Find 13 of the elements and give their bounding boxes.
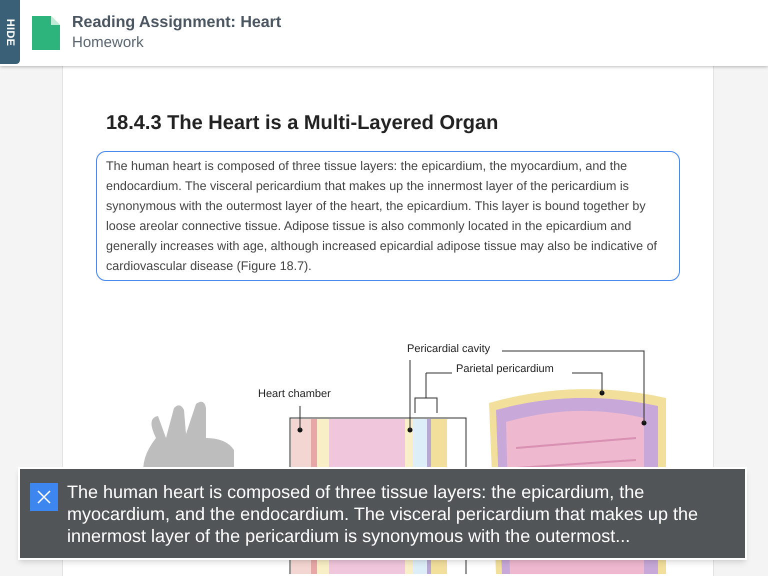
figure-label: Heart chamber: [258, 389, 331, 400]
close-button[interactable]: [30, 483, 58, 511]
close-icon: [37, 490, 51, 504]
figure-label: Pericardial cavity: [407, 344, 490, 355]
assignment-subtitle: Homework: [72, 33, 145, 53]
hide-tab[interactable]: HIDE: [0, 0, 20, 64]
leader-line: [414, 372, 452, 414]
figure-label: Parietal pericardium: [456, 364, 554, 375]
section-heading: 18.4.3 The Heart is a Multi-Layered Organ: [106, 111, 500, 135]
section-paragraph: The human heart is composed of three tissue layers: the epicardium, the myocardium, and the endocardium. The visceral pericardium that makes up the innermost layer of the pericardium is synonymous with the outermost layer of the heart, the epicardium. This layer is bound together by loose areolar connective tissue. Adipose tissue is also commonly located in the epicardium and generally increases with age, although increased epicardial adipose tissue may also be indicative of cardiovascular disease (Figure 18.7).: [96, 151, 680, 281]
assignment-title: Reading Assignment: Heart: [72, 13, 282, 33]
caption-text: The human heart is composed of three tissue layers: the epicardium, the myocardium, and the endocardium. The visceral pericardium that makes up the innermost layer of the pericardium is synonymous with the outermost...: [67, 481, 699, 547]
document-icon: [32, 16, 60, 50]
